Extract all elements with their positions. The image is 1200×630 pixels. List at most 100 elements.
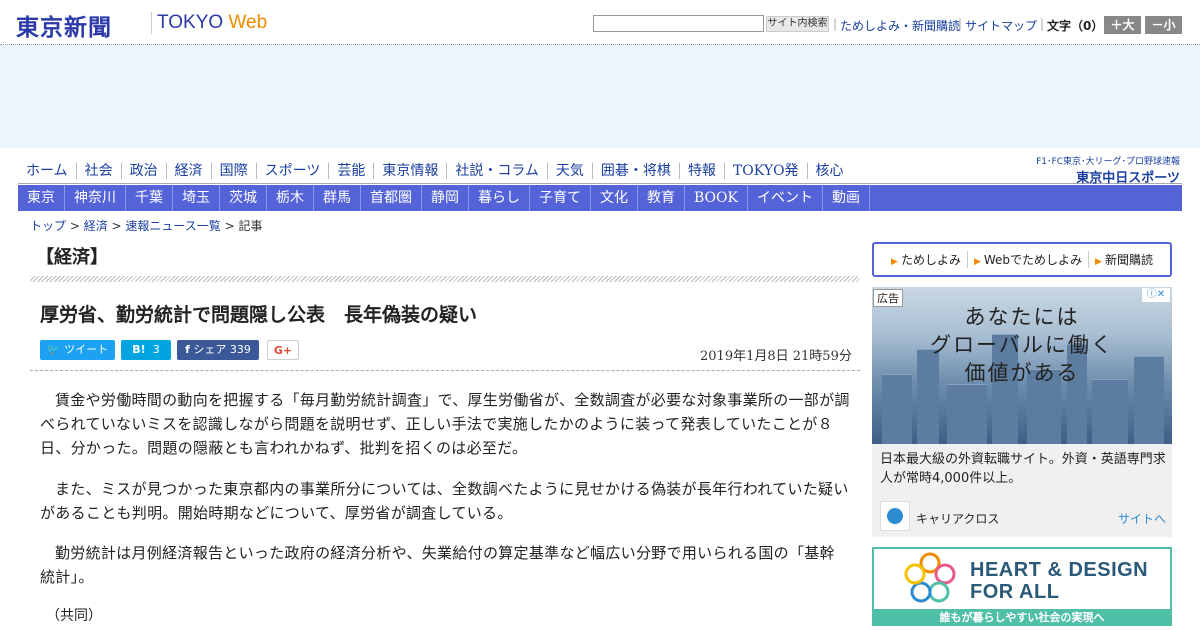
nav-item[interactable]: 天気: [546, 162, 592, 179]
nav-item[interactable]: 囲碁・将棋: [591, 162, 679, 179]
article-paragraph: また、ミスが見つかった東京都内の事業所分については、全数調べたように見せかける偽…: [40, 480, 849, 522]
subscribe-box: ▶ ためしよみ ▶ Webでためしよみ ▶ 新聞購読: [872, 242, 1172, 277]
region-item[interactable]: 埼玉: [173, 185, 220, 211]
ad-headline: あなたには グローバルに働く 価値がある: [872, 303, 1172, 387]
facebook-share-button[interactable]: f シェア 339: [177, 340, 259, 360]
region-item[interactable]: 東京: [18, 185, 65, 211]
article-rule: [30, 370, 860, 371]
nav-item[interactable]: 社会: [75, 162, 121, 179]
breadcrumb-top[interactable]: トップ: [30, 219, 66, 233]
careercross-logo-icon: [880, 501, 910, 531]
article-paragraph: 勤労統計は月例経済報告といった政府の経済分析や、失業給付の算定基準など幅広い分野…: [40, 544, 835, 586]
top-ad-area: [0, 45, 1200, 148]
nav-item[interactable]: 東京情報: [373, 162, 446, 179]
ad-headline-line: グローバルに働く: [930, 333, 1114, 357]
article-paragraph: 賃金や労働時間の動向を把握する「毎月勤労統計調査」で、厚生労働省が、全数調査が必…: [40, 391, 850, 457]
building-shape: [1092, 379, 1128, 444]
ad2-headline: HEART & DESIGN: [970, 559, 1149, 581]
region-item[interactable]: 栃木: [267, 185, 314, 211]
region-item[interactable]: 千葉: [126, 185, 173, 211]
facebook-icon: f: [185, 343, 190, 356]
sidebar-link-subscribe[interactable]: ▶ 新聞購読: [1088, 251, 1159, 268]
text-larger-button[interactable]: ＋大: [1104, 16, 1141, 34]
breadcrumb-current: 記事: [238, 219, 263, 233]
tweet-button[interactable]: 🐦 ツイート: [40, 340, 115, 360]
link-sitemap[interactable]: サイトマップ: [965, 17, 1037, 34]
ad2-tagline: 誰もが暮らしやすい社会の実現へ: [874, 609, 1170, 624]
chunichi-logo: 東京中日スポーツ: [1076, 171, 1180, 186]
region-item[interactable]: 茨城: [220, 185, 267, 211]
text-smaller-button[interactable]: －小: [1145, 16, 1182, 34]
hatch-divider: [30, 276, 860, 282]
nav-item[interactable]: 芸能: [328, 162, 373, 179]
link-trial-subscribe[interactable]: ためしよみ・新聞購読: [840, 17, 960, 34]
sidebar-link-label: ためしよみ: [900, 253, 961, 267]
tweet-label: ツイート: [64, 343, 109, 356]
sidebar-link-trial[interactable]: ▶ ためしよみ: [885, 251, 967, 268]
article-category: 【経済】: [36, 247, 108, 268]
arrow-icon: ▶: [891, 257, 898, 267]
breadcrumb-news-list[interactable]: 速報ニュース一覧: [125, 219, 220, 233]
region-item[interactable]: 静岡: [422, 185, 469, 211]
sidebar-link-label: 新聞購読: [1104, 253, 1153, 267]
nav-item[interactable]: TOKYO発: [723, 162, 807, 179]
chunichi-sports-link[interactable]: F1･FC東京･大リーグ･プロ野球速報 東京中日スポーツ: [1024, 154, 1180, 186]
ad-cta-link[interactable]: サイトへ: [1118, 510, 1166, 527]
ad-description: 日本最大級の外資転職サイト。外資・英語専門求人が常時4,000件以上。: [880, 452, 1166, 486]
nav-item[interactable]: 国際: [210, 162, 256, 179]
nav-item[interactable]: 社説・コラム: [446, 162, 547, 179]
link-divider: |: [958, 17, 963, 31]
text-size-label: 文字（0）: [1047, 19, 1104, 33]
sidebar-link-label: Webでためしよみ: [983, 253, 1083, 267]
search-input[interactable]: [593, 15, 764, 32]
logo-web-text: Web: [228, 12, 268, 33]
ad2-headline: FOR ALL: [970, 581, 1060, 603]
chunichi-tagline: F1･FC東京･大リーグ･プロ野球速報: [1036, 157, 1180, 167]
region-item[interactable]: 子育て: [530, 185, 591, 211]
region-item[interactable]: 神奈川: [65, 185, 126, 211]
nav-item[interactable]: 特報: [678, 162, 724, 179]
article-source: （共同）: [46, 608, 102, 624]
fb-share-label: シェア: [193, 343, 227, 356]
region-item[interactable]: BOOK: [685, 185, 748, 211]
article-title: 厚労省、勤労統計で問題隠し公表 長年偽装の疑い: [40, 304, 478, 326]
sidebar-link-web-trial[interactable]: ▶ Webでためしよみ: [966, 251, 1088, 268]
article-date: 2019年1月8日 21時59分: [700, 349, 852, 364]
breadcrumb-economy[interactable]: 経済: [84, 219, 108, 233]
region-item[interactable]: 群馬: [314, 185, 361, 211]
nav-item[interactable]: 核心: [806, 162, 852, 179]
heart-design-ad[interactable]: HEART & DESIGN FOR ALL 誰もが暮らしやすい社会の実現へ: [872, 547, 1172, 626]
region-item[interactable]: 暮らし: [469, 185, 530, 211]
nav-item[interactable]: ホーム: [18, 163, 76, 179]
region-item[interactable]: 首都圏: [361, 185, 422, 211]
flower-logo-icon: [904, 552, 956, 603]
gplus-button[interactable]: G+: [267, 340, 299, 360]
region-item[interactable]: 教育: [638, 185, 685, 211]
search-button[interactable]: サイト内検索: [766, 16, 829, 32]
hatena-icon: B!: [132, 343, 146, 356]
region-item[interactable]: 動画: [823, 185, 870, 211]
hatena-count: 3: [152, 343, 160, 356]
primary-nav: ホーム 社会 政治 経済 国際 スポーツ 芸能 東京情報 社説・コラム 天気 囲…: [18, 158, 1182, 184]
nav-item[interactable]: 政治: [120, 162, 166, 179]
fb-share-count: 339: [229, 343, 251, 356]
site-logo[interactable]: 東京新聞: [16, 8, 112, 42]
logo-tokyo-text: TOKYO: [157, 12, 224, 33]
region-item[interactable]: イベント: [748, 185, 823, 211]
region-item[interactable]: 文化: [591, 185, 638, 211]
logo-divider: [151, 12, 152, 34]
building-shape: [947, 384, 987, 444]
arrow-icon: ▶: [973, 257, 981, 267]
regional-nav: 東京 神奈川 千葉 埼玉 茨城 栃木 群馬 首都圏 静岡 暮らし 子育て 文化 …: [18, 185, 1182, 211]
link-divider: |: [833, 17, 838, 31]
nav-item[interactable]: スポーツ: [255, 162, 329, 179]
tokyo-web-logo[interactable]: TOKYO Web: [157, 12, 267, 34]
adchoices-icon[interactable]: ⓘ✕: [1142, 288, 1170, 302]
career-ad[interactable]: 広告 ⓘ✕ あなたには グローバルに働く 価値がある 日本最大級の外資転職サイト…: [872, 287, 1172, 537]
hatena-button[interactable]: B! 3: [121, 340, 171, 360]
ad-headline-line: あなたには: [964, 305, 1080, 329]
arrow-icon: ▶: [1095, 257, 1102, 267]
ad-brand: キャリアクロス: [916, 512, 1000, 526]
nav-item[interactable]: 経済: [165, 162, 211, 179]
breadcrumb: トップ > 経済 > 速報ニュース一覧 > 記事: [30, 219, 263, 233]
